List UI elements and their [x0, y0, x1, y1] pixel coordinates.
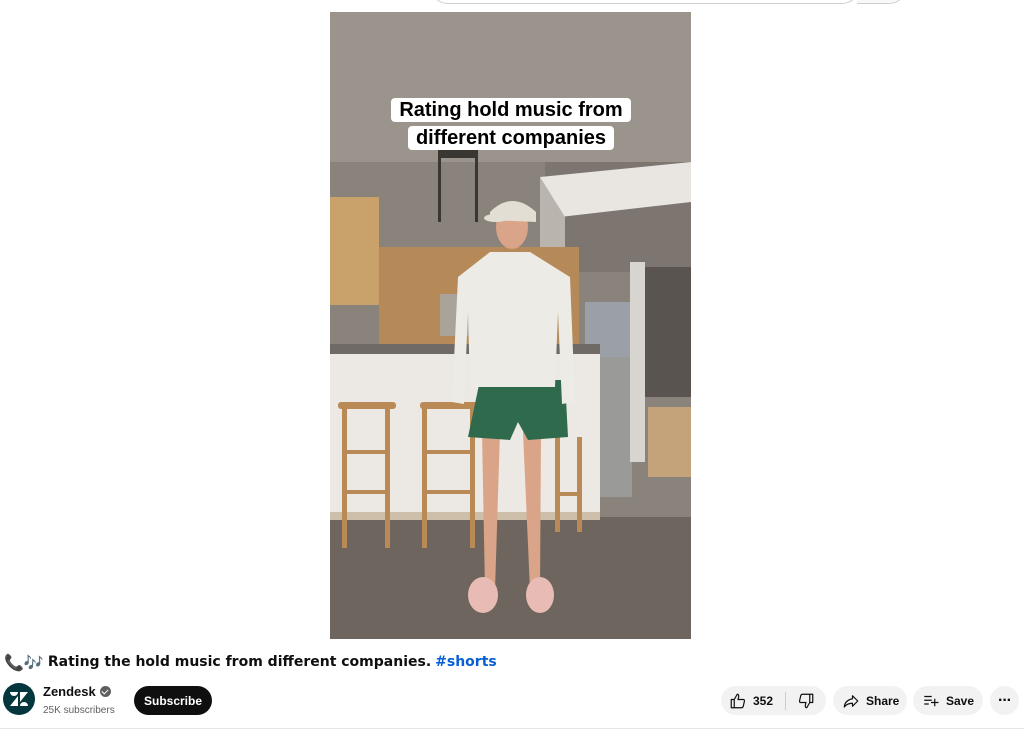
verified-check-icon [99, 686, 111, 697]
section-divider [0, 728, 1024, 729]
video-title: 📞🎶 Rating the hold music from different … [4, 651, 497, 673]
search-button[interactable] [857, 0, 907, 4]
video-title-text: Rating the hold music from different com… [47, 654, 432, 670]
channel-name-text[interactable]: Zendesk [43, 684, 96, 699]
playlist-add-icon [924, 695, 939, 706]
like-count: 352 [753, 693, 774, 708]
phone-music-emoji: 📞🎶 [4, 652, 44, 672]
video-caption: Rating hold music from different compani… [388, 96, 634, 152]
thumbs-up-icon [730, 693, 746, 708]
caption-line-2: different companies [407, 126, 615, 150]
more-icon: ··· [998, 691, 1012, 709]
subscriber-count: 25K subscribers [43, 705, 115, 716]
save-button[interactable]: Save [913, 686, 983, 715]
more-actions-button[interactable]: ··· [990, 686, 1019, 715]
dislike-button[interactable] [786, 686, 826, 715]
channel-avatar[interactable] [3, 683, 35, 715]
search-bar[interactable] [430, 0, 860, 4]
like-dislike-group: 352 [721, 686, 826, 715]
channel-name[interactable]: Zendesk [43, 684, 111, 699]
video-player[interactable]: Rating hold music from different compani… [330, 12, 691, 639]
share-label: Share [866, 693, 900, 708]
shorts-hashtag-link[interactable]: #shorts [435, 654, 497, 670]
caption-line-1: Rating hold music from [391, 98, 631, 122]
share-button[interactable]: Share [833, 686, 907, 715]
save-label: Save [946, 693, 975, 708]
share-arrow-icon [843, 694, 859, 708]
zendesk-logo-icon [10, 692, 28, 706]
subscribe-button[interactable]: Subscribe [134, 686, 212, 715]
like-button[interactable]: 352 [721, 686, 785, 715]
thumbs-down-icon [798, 693, 814, 708]
